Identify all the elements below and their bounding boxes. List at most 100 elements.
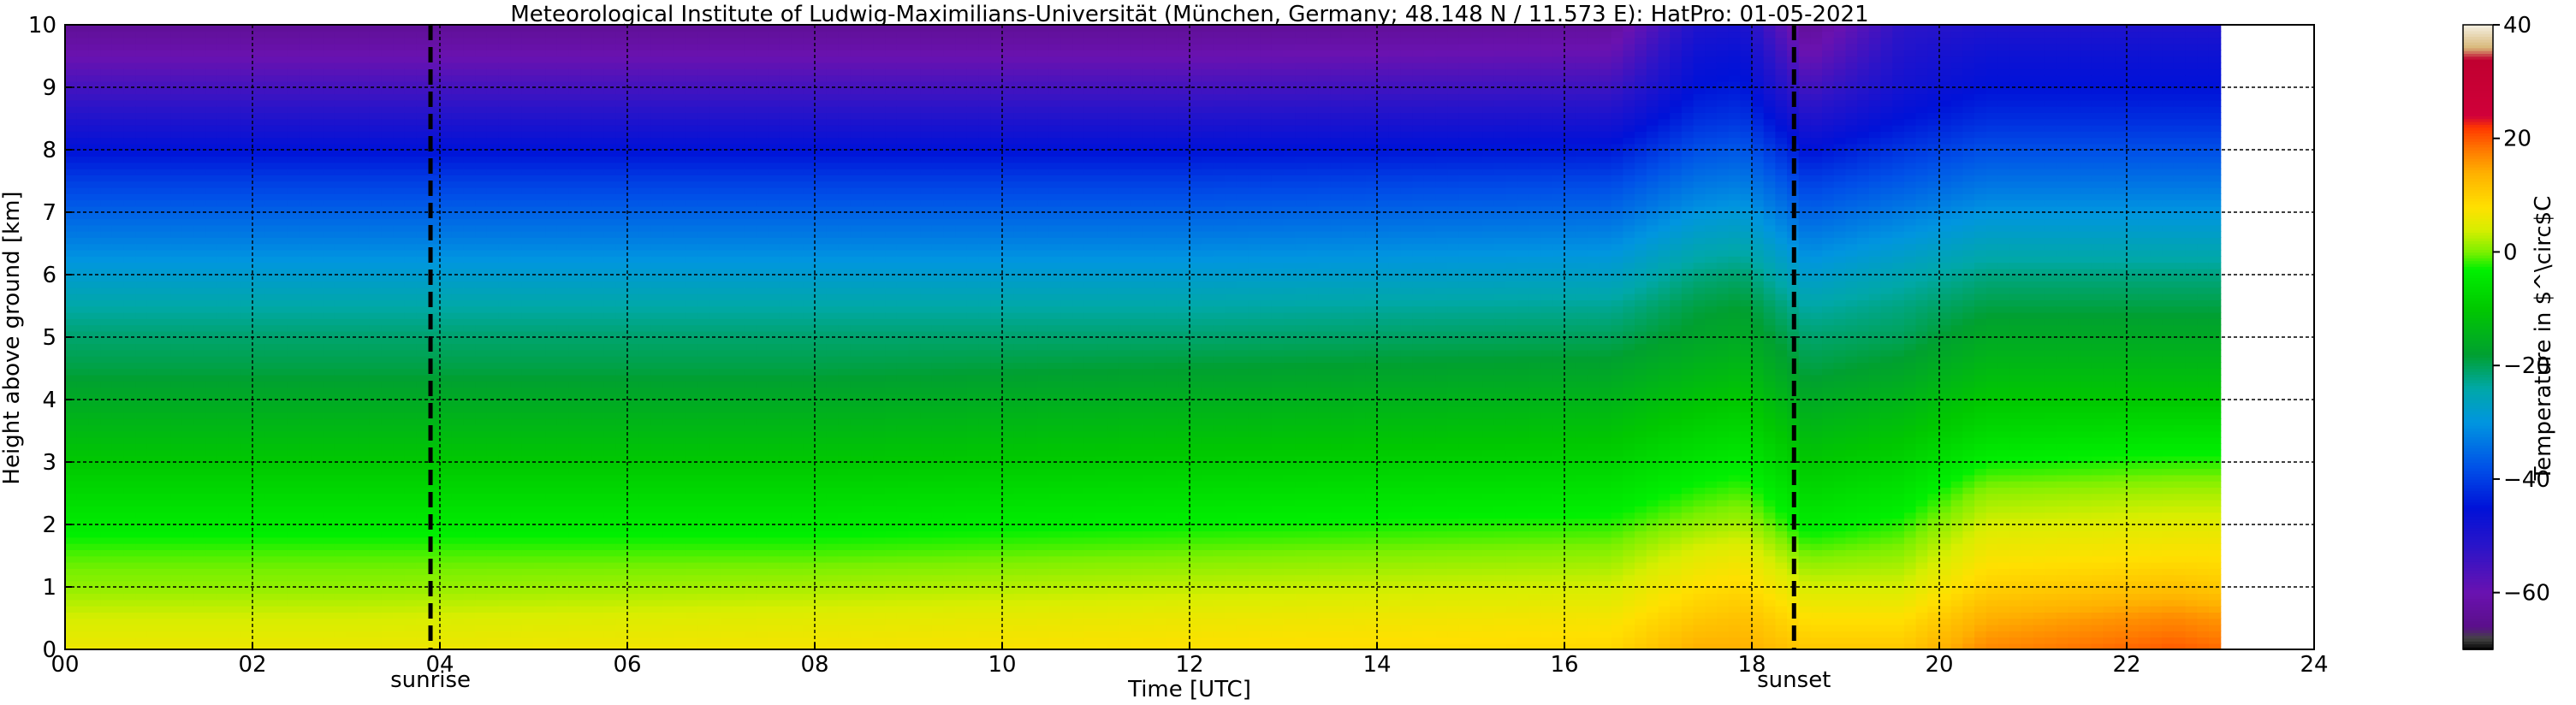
heatmap-cell	[463, 561, 476, 569]
heatmap-cell	[568, 368, 582, 376]
heatmap-cell	[358, 256, 371, 264]
heatmap-cell	[393, 168, 406, 175]
heatmap-cell	[65, 499, 78, 507]
heatmap-cell	[217, 193, 230, 201]
heatmap-cell	[521, 480, 535, 488]
heatmap-cell	[193, 99, 207, 107]
heatmap-cell	[88, 530, 101, 538]
heatmap-cell	[381, 305, 395, 313]
heatmap-cell	[521, 68, 535, 76]
heatmap-cell	[299, 150, 312, 157]
heatmap-cell	[486, 50, 500, 57]
heatmap-cell	[311, 349, 323, 357]
heatmap-cell	[311, 524, 323, 532]
heatmap-cell	[580, 468, 593, 476]
heatmap-cell	[264, 374, 277, 382]
heatmap-cell	[100, 512, 113, 519]
heatmap-cell	[288, 574, 300, 582]
heatmap-cell	[100, 243, 113, 251]
heatmap-cell	[100, 536, 113, 544]
heatmap-cell	[393, 50, 406, 57]
heatmap-cell	[615, 561, 628, 569]
heatmap-cell	[416, 549, 430, 557]
heatmap-cell	[369, 262, 383, 270]
heatmap-cell	[146, 318, 160, 326]
heatmap-cell	[323, 374, 335, 382]
heatmap-cell	[181, 112, 195, 120]
heatmap-cell	[591, 243, 605, 251]
heatmap-cell	[638, 193, 652, 201]
heatmap-cell	[451, 168, 465, 175]
heatmap-cell	[146, 281, 160, 288]
heatmap-cell	[135, 224, 148, 232]
heatmap-cell	[111, 181, 125, 188]
heatmap-cell	[498, 43, 511, 50]
heatmap-cell	[556, 318, 570, 326]
heatmap-cell	[276, 424, 288, 432]
heatmap-cell	[123, 162, 136, 169]
heatmap-cell	[369, 524, 383, 532]
heatmap-cell	[498, 249, 511, 257]
heatmap-cell	[111, 281, 125, 288]
heatmap-cell	[627, 512, 640, 519]
heatmap-cell	[545, 212, 558, 220]
heatmap-cell	[416, 181, 430, 188]
heatmap-cell	[556, 612, 570, 619]
heatmap-cell	[545, 468, 558, 476]
heatmap-cell	[65, 243, 78, 251]
heatmap-cell	[381, 131, 395, 139]
heatmap-cell	[123, 324, 136, 332]
heatmap-cell	[100, 293, 113, 300]
heatmap-cell	[521, 631, 535, 638]
heatmap-cell	[311, 281, 323, 288]
heatmap-cell	[252, 568, 265, 576]
heatmap-cell	[580, 474, 593, 482]
heatmap-cell	[545, 618, 558, 625]
heatmap-cell	[369, 631, 383, 638]
heatmap-cell	[486, 418, 500, 425]
heatmap-cell	[440, 181, 453, 188]
heatmap-cell	[533, 593, 546, 601]
heatmap-cell	[358, 118, 371, 126]
heatmap-cell	[123, 400, 136, 407]
heatmap-cell	[170, 105, 183, 113]
heatmap-cell	[521, 574, 535, 582]
heatmap-cell	[440, 137, 453, 145]
heatmap-cell	[88, 618, 101, 625]
heatmap-cell	[299, 218, 312, 226]
heatmap-cell	[76, 281, 90, 288]
heatmap-cell	[229, 549, 242, 557]
heatmap-cell	[627, 536, 640, 544]
heatmap-cell	[603, 62, 617, 69]
heatmap-cell	[381, 175, 395, 182]
heatmap-cell	[615, 31, 628, 39]
heatmap-cell	[100, 168, 113, 175]
heatmap-cell	[100, 68, 113, 76]
heatmap-cell	[111, 243, 125, 251]
heatmap-cell	[264, 530, 277, 538]
heatmap-cell	[135, 324, 148, 332]
heatmap-cell	[404, 605, 418, 613]
heatmap-cell	[580, 599, 593, 607]
heatmap-cell	[627, 124, 640, 132]
heatmap-cell	[533, 568, 546, 576]
heatmap-cell	[475, 406, 488, 413]
heatmap-cell	[135, 387, 148, 394]
heatmap-cell	[146, 112, 160, 120]
heatmap-cell	[181, 349, 195, 357]
heatmap-cell	[510, 243, 523, 251]
heatmap-cell	[123, 212, 136, 220]
heatmap-cell	[369, 287, 383, 294]
heatmap-cell	[580, 249, 593, 257]
heatmap-cell	[568, 237, 582, 245]
heatmap-cell	[88, 593, 101, 601]
heatmap-cell	[545, 499, 558, 507]
heatmap-cell	[123, 249, 136, 257]
heatmap-cell	[240, 412, 253, 419]
heatmap-cell	[123, 287, 136, 294]
heatmap-cell	[146, 462, 160, 470]
heatmap-cell	[463, 430, 476, 438]
heatmap-cell	[264, 542, 277, 550]
heatmap-cell	[580, 137, 593, 145]
heatmap-cell	[229, 318, 242, 326]
